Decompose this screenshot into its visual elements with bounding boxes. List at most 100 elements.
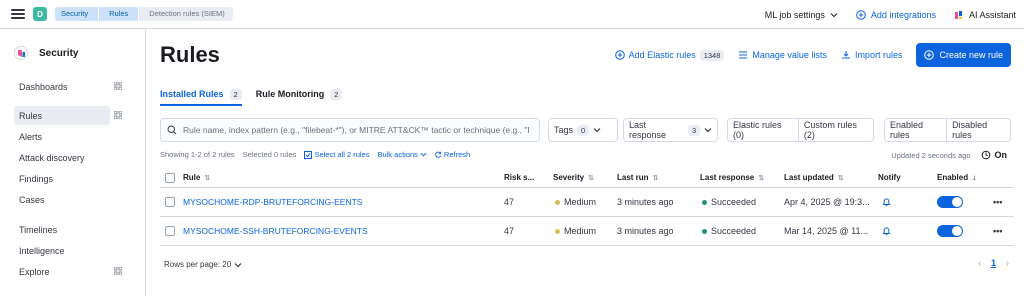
last-updated: Mar 14, 2025 @ 11...	[784, 226, 869, 236]
add-elastic-rules-button[interactable]: Add Elastic rules 1348	[614, 49, 725, 61]
menu-icon[interactable]	[11, 9, 25, 19]
sidebar-item-dashboards[interactable]: Dashboards	[14, 77, 122, 96]
import-rules-label: Import rules	[854, 50, 903, 60]
row-actions-icon[interactable]: •••	[993, 188, 1002, 216]
sidebar-item-explore[interactable]: Explore	[14, 262, 122, 281]
breadcrumb-rules[interactable]: Rules	[99, 7, 139, 21]
notify-bell-icon[interactable]	[882, 217, 891, 245]
rule-name-link[interactable]: MYSOCHOME-RDP-BRUTEFORCING-EENTS	[183, 197, 362, 207]
chevron-down-icon	[704, 128, 712, 133]
sort-icon: ⇅	[837, 174, 844, 182]
sidebar-item-rules[interactable]: Rules	[14, 106, 122, 125]
last-response-filter[interactable]: Last response 3	[623, 118, 718, 142]
grid-icon[interactable]	[114, 267, 122, 275]
sort-icon: ⇅	[758, 174, 765, 182]
chevron-down-icon	[593, 128, 601, 133]
column-header-enabled[interactable]: Enabled ↓	[937, 168, 976, 187]
select-all-icon	[304, 150, 313, 159]
last-run: 3 minutes ago	[617, 226, 674, 236]
select-all-button[interactable]: Select all 2 rules	[304, 150, 369, 159]
refresh-button[interactable]: Refresh	[435, 150, 470, 159]
table-header-row: Rule ⇅ Risk s... Severity ⇅ Last run ⇅ Last…	[160, 168, 1014, 188]
auto-refresh-label: On	[994, 150, 1008, 160]
column-label: Severity	[553, 173, 585, 182]
ai-assistant-icon	[954, 10, 962, 19]
sidebar-item-findings[interactable]: Findings	[14, 169, 110, 188]
column-label: Last response	[700, 173, 755, 182]
chevron-down-icon	[830, 12, 838, 17]
sidebar-item-cases[interactable]: Cases	[14, 190, 110, 209]
last-run: 3 minutes ago	[617, 197, 674, 207]
import-icon	[841, 51, 850, 59]
add-integrations-button[interactable]: Add integrations	[856, 10, 936, 20]
column-header-last-updated[interactable]: Last updated ⇅	[784, 168, 844, 187]
tab-count-badge: 2	[330, 88, 343, 100]
elastic-rules-count-badge: 1348	[699, 49, 725, 61]
row-checkbox[interactable]	[165, 197, 175, 207]
rule-enabled-toggle[interactable]	[937, 225, 963, 237]
grid-icon[interactable]	[114, 111, 122, 119]
disabled-rules-filter[interactable]: Disabled rules	[946, 119, 1010, 141]
rule-name-link[interactable]: MYSOCHOME-SSH-BRUTEFORCING-EVENTS	[183, 226, 368, 236]
column-label: Last updated	[784, 173, 834, 182]
rules-search-input[interactable]: Rule name, index pattern (e.g., "filebea…	[160, 118, 540, 142]
manage-value-lists-button[interactable]: Manage value lists	[738, 50, 827, 60]
column-header-risk-score[interactable]: Risk s...	[504, 168, 544, 187]
sidebar-title: Security	[39, 47, 79, 59]
auto-refresh-toggle[interactable]: On	[981, 150, 1008, 160]
notify-bell-icon[interactable]	[882, 188, 891, 216]
bulk-actions-button[interactable]: Bulk actions	[377, 150, 427, 159]
last-updated: Apr 4, 2025 @ 19:3...	[784, 197, 870, 207]
main-content: Rules Add Elastic rules 1348 Manage valu…	[147, 29, 1024, 296]
import-rules-button[interactable]: Import rules	[841, 50, 903, 60]
custom-rules-filter[interactable]: Custom rules (2)	[797, 119, 873, 141]
ai-assistant-button[interactable]: AI Assistant	[954, 10, 1016, 20]
sidebar-item-alerts[interactable]: Alerts	[14, 127, 110, 146]
enabled-rules-filter[interactable]: Enabled rules	[885, 119, 946, 141]
grid-icon[interactable]	[114, 82, 122, 90]
next-page-icon[interactable]: ›	[1006, 258, 1009, 268]
tab-installed-rules[interactable]: Installed Rules 2	[160, 83, 242, 106]
add-elastic-rules-label: Add Elastic rules	[628, 50, 696, 60]
page-number-1[interactable]: 1	[991, 258, 996, 268]
create-new-rule-button[interactable]: Create new rule	[916, 43, 1011, 67]
column-header-last-response[interactable]: Last response ⇅	[700, 168, 764, 187]
sidebar-item-timelines[interactable]: Timelines	[14, 220, 110, 239]
elastic-rules-filter[interactable]: Elastic rules (0)	[728, 119, 798, 141]
column-header-rule[interactable]: Rule ⇅	[183, 168, 210, 187]
enabled-rules-filter-label: Enabled rules	[890, 120, 924, 140]
sidebar-item-label: Findings	[19, 173, 54, 184]
column-header-severity[interactable]: Severity ⇅	[553, 168, 594, 187]
rows-per-page-button[interactable]: Rows per page: 20	[164, 260, 242, 269]
security-logo-icon	[14, 46, 28, 60]
sidebar-item-attack-discovery[interactable]: Attack discovery	[14, 148, 110, 167]
row-checkbox[interactable]	[165, 226, 175, 236]
sidebar-header: Security	[14, 43, 145, 63]
sort-icon: ⇅	[652, 174, 659, 182]
severity-label: Medium	[564, 226, 597, 236]
select-all-checkbox[interactable]	[165, 172, 175, 183]
last-response-count-badge: 3	[688, 124, 701, 136]
rows-per-page-label: Rows per page: 20	[164, 260, 232, 269]
add-integrations-label: Add integrations	[870, 9, 936, 20]
row-actions-icon[interactable]: •••	[993, 217, 1002, 245]
sidebar-item-label: Cases	[19, 194, 45, 205]
rule-enabled-toggle[interactable]	[937, 196, 963, 208]
previous-page-icon[interactable]: ‹	[978, 258, 981, 268]
search-placeholder: Rule name, index pattern (e.g., "filebea…	[183, 125, 530, 135]
table-row: MYSOCHOME-RDP-BRUTEFORCING-EENTS 47 Medi…	[160, 188, 1014, 217]
sidebar-item-label: Explore	[19, 266, 50, 277]
column-label: Enabled	[937, 173, 969, 182]
tab-rule-monitoring[interactable]: Rule Monitoring 2	[256, 83, 343, 105]
list-icon	[739, 51, 748, 59]
sidebar-item-intelligence[interactable]: Intelligence	[14, 241, 110, 260]
breadcrumb-detection-rules: Detection rules (SIEM)	[139, 7, 233, 21]
breadcrumb-security[interactable]: Security	[55, 7, 99, 21]
ml-job-settings-label: ML job settings	[764, 9, 825, 20]
column-header-last-run[interactable]: Last run ⇅	[617, 168, 658, 187]
ml-job-settings-button[interactable]: ML job settings	[765, 10, 838, 20]
sort-icon: ⇅	[204, 174, 211, 182]
sidebar-item-label: Intelligence	[19, 245, 65, 256]
tags-filter[interactable]: Tags 0	[548, 118, 618, 142]
space-avatar[interactable]: D	[33, 7, 47, 21]
